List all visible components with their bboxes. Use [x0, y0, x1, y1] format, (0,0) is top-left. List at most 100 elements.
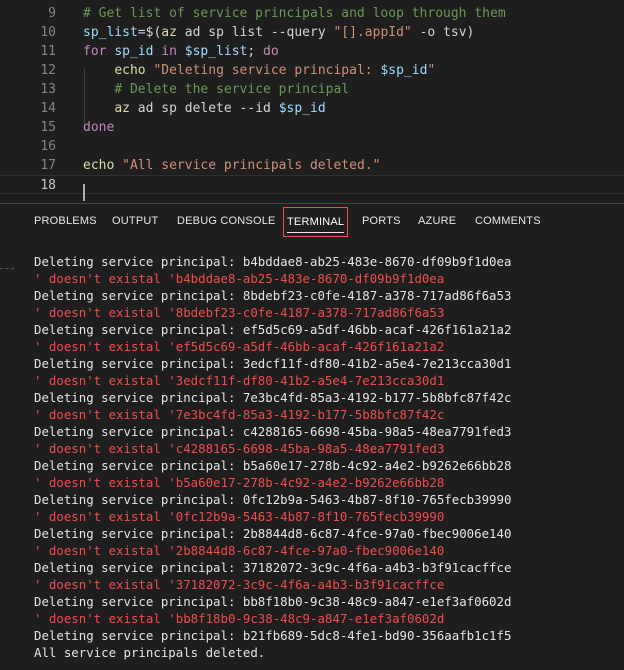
- code-token: # Delete the service principal: [114, 82, 350, 97]
- terminal-line: Deleting service principal: ef5d5c69-a5d…: [34, 322, 512, 337]
- line-number: 17: [40, 158, 56, 173]
- tab-comments[interactable]: COMMENTS: [475, 204, 541, 238]
- code-token: echo: [114, 63, 146, 78]
- line-number: 13: [40, 82, 56, 97]
- code-token: "[].appId": [333, 25, 412, 40]
- terminal-line: Deleting service principal: 3edcf11f-df8…: [34, 356, 512, 371]
- terminal-line: Deleting service principal: b4bddae8-ab2…: [34, 254, 512, 269]
- tab-label: COMMENTS: [475, 215, 541, 227]
- terminal-error-line: ' doesn't existal '7e3bc4fd-85a3-4192-b1…: [34, 407, 445, 422]
- terminal-line: Deleting service principal: bb8f18b0-9c3…: [34, 594, 512, 609]
- terminal-error-line: ' doesn't existal 'c4288165-6698-45ba-98…: [34, 441, 445, 456]
- tab-problems[interactable]: PROBLEMS: [34, 204, 97, 238]
- code-line[interactable]: 18: [0, 175, 624, 194]
- terminal-error-line: ' doesn't existal 'b4bddae8-ab25-483e-86…: [34, 271, 445, 286]
- code-line[interactable]: 13 # Delete the service principal: [0, 80, 624, 99]
- code-token: ad sp list --query: [176, 25, 334, 40]
- terminal-line: All service principals deleted.: [34, 645, 266, 660]
- code-token: done: [83, 120, 115, 135]
- terminal-line: Deleting service principal: 7e3bc4fd-85a…: [34, 390, 512, 405]
- line-number: 10: [40, 25, 56, 40]
- terminal-line: Deleting service principal: c4288165-669…: [34, 424, 512, 439]
- tab-debug-console[interactable]: DEBUG CONSOLE: [177, 204, 276, 238]
- code-line[interactable]: 15 done: [0, 118, 624, 137]
- terminal-error-line: ' doesn't existal 'b5a60e17-278b-4c92-a4…: [34, 475, 445, 490]
- terminal-error-line: ' doesn't existal 'ef5d5c69-a5df-46bb-ac…: [34, 339, 445, 354]
- tab-label: TERMINAL: [287, 216, 345, 228]
- line-code: az ad sp delete --id $sp_id: [83, 99, 326, 118]
- terminal-line: Deleting service principal: b5a60e17-278…: [34, 458, 512, 473]
- line-number: 12: [40, 63, 56, 78]
- code-token: sp_list: [83, 25, 138, 40]
- line-number: 15: [40, 120, 56, 135]
- code-token: # Get list of service principals and loo…: [83, 6, 506, 21]
- tab-terminal[interactable]: TERMINAL: [283, 207, 349, 237]
- tab-output[interactable]: OUTPUT: [112, 204, 158, 238]
- code-line[interactable]: 10 sp_list=$(az ad sp list --query "[].ap…: [0, 23, 624, 42]
- terminal-line: Deleting service principal: 2b8844d8-6c8…: [34, 526, 512, 541]
- code-token: do: [263, 44, 279, 59]
- line-code: sp_list=$(az ad sp list --query "[].appI…: [83, 23, 474, 42]
- code-token: echo: [83, 158, 115, 173]
- code-token: "Deleting service principal:: [153, 63, 381, 78]
- text-cursor: [83, 184, 85, 201]
- terminal-line: Deleting service principal: b21fb689-5dc…: [34, 628, 512, 643]
- terminal-error-line: ' doesn't existal '37182072-3c9c-4f6a-a4…: [34, 577, 445, 592]
- code-line[interactable]: 11 for sp_id in $sp_list; do: [0, 42, 624, 61]
- terminal-gutter-mark: [0, 268, 14, 269]
- code-token: ;: [247, 44, 264, 59]
- code-token: ad sp delete --id: [129, 101, 279, 116]
- code-editor[interactable]: 9 # Get list of service principals and lo…: [0, 0, 624, 203]
- terminal-error-line: ' doesn't existal '8bdebf23-c0fe-4187-a3…: [34, 305, 445, 320]
- code-token: $sp_id: [278, 101, 326, 116]
- code-token: az: [114, 101, 130, 116]
- code-line[interactable]: 17 echo "All service principals deleted.": [0, 156, 624, 175]
- terminal-line: Deleting service principal: 0fc12b9a-546…: [34, 492, 512, 507]
- code-token: az: [161, 25, 177, 40]
- tab-label: PROBLEMS: [34, 215, 97, 227]
- code-token: ": [427, 63, 436, 78]
- bottom-panel: PROBLEMS OUTPUT DEBUG CONSOLE TERMINAL PORTS…: [0, 203, 624, 670]
- code-line[interactable]: 9 # Get list of service principals and lo…: [0, 4, 624, 23]
- terminal-output[interactable]: Deleting service principal: b4bddae8-ab2…: [0, 238, 624, 670]
- code-token: $sp_list: [184, 44, 248, 59]
- code-token: sp_id: [114, 44, 154, 59]
- line-code: echo "All service principals deleted.": [83, 156, 380, 175]
- line-number: 9: [48, 6, 56, 21]
- terminal-error-line: ' doesn't existal '0fc12b9a-5463-4b87-8f…: [34, 509, 445, 524]
- code-token: -o tsv): [411, 25, 475, 40]
- line-number: 18: [40, 178, 56, 193]
- line-code: echo "Deleting service principal: $sp_id…: [83, 61, 435, 80]
- tab-ports[interactable]: PORTS: [362, 204, 401, 238]
- line-code: for sp_id in $sp_list; do: [83, 42, 279, 61]
- active-tab-indicator: [287, 232, 345, 233]
- line-number: 16: [40, 139, 56, 154]
- code-token: $sp_id: [380, 63, 428, 78]
- code-token: for: [83, 44, 107, 59]
- tab-label: DEBUG CONSOLE: [177, 215, 276, 227]
- code-line[interactable]: 16: [0, 137, 624, 156]
- line-code: # Get list of service principals and loo…: [83, 4, 506, 23]
- terminal-line: Deleting service principal: 37182072-3c9…: [34, 560, 512, 575]
- terminal-error-line: ' doesn't existal '2b8844d8-6c87-4fce-97…: [34, 543, 445, 558]
- panel-tabbar: PROBLEMS OUTPUT DEBUG CONSOLE TERMINAL PORTS…: [0, 204, 624, 238]
- tab-label: PORTS: [362, 215, 401, 227]
- line-number: 11: [40, 44, 56, 59]
- code-token: "All service principals deleted.": [122, 158, 381, 173]
- code-token: =$(: [137, 25, 162, 40]
- terminal-error-line: ' doesn't existal 'bb8f18b0-9c38-48c9-a8…: [34, 611, 445, 626]
- code-line[interactable]: 12 echo "Deleting service principal: $sp…: [0, 61, 624, 80]
- code-token: in: [161, 44, 177, 59]
- vscode-window: 9 # Get list of service principals and lo…: [0, 0, 624, 670]
- code-line[interactable]: 14 az ad sp delete --id $sp_id: [0, 99, 624, 118]
- line-number: 14: [40, 101, 56, 116]
- terminal-error-line: ' doesn't existal '3edcf11f-df80-41b2-a5…: [34, 373, 445, 388]
- tab-label: OUTPUT: [112, 215, 159, 227]
- tab-azure[interactable]: AZURE: [418, 204, 456, 238]
- tab-label: AZURE: [418, 215, 457, 227]
